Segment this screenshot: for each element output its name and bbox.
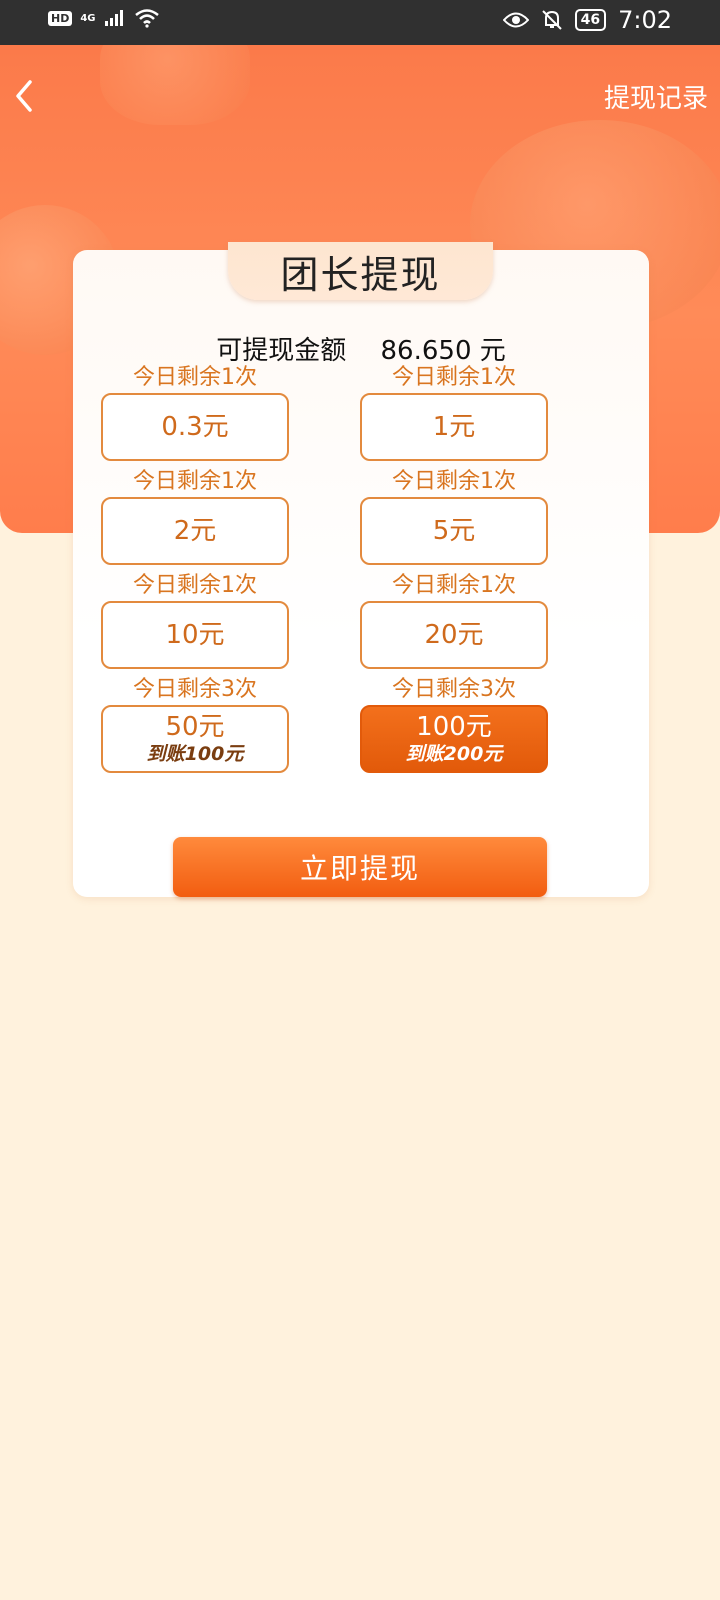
amount-option-button-selected[interactable]: 100元 到账200元 (360, 705, 548, 773)
balance-amount: 86.650 元 (380, 336, 506, 366)
wifi-icon (134, 9, 159, 28)
option-item: 今日剩余1次 5元 (360, 467, 548, 565)
status-left: HD 4G (48, 8, 160, 28)
option-amount: 2元 (173, 516, 217, 546)
option-amount: 50元 (165, 712, 225, 742)
remaining-count: 今日剩余3次 (392, 677, 516, 702)
back-button[interactable] (6, 76, 46, 116)
balance-row: 可提现金额 86.650 元 (73, 330, 649, 367)
option-bonus: 到账200元 (405, 743, 503, 765)
option-item: 今日剩余1次 2元 (101, 467, 289, 565)
page-title: 团长提现 (280, 252, 441, 297)
battery-icon: 46 (574, 9, 607, 31)
status-right: 46 7:02 (502, 6, 672, 34)
amount-option-button[interactable]: 2元 (101, 497, 289, 565)
eye-icon (502, 12, 529, 28)
option-item: 今日剩余1次 20元 (360, 571, 548, 669)
remaining-count: 今日剩余3次 (133, 677, 257, 702)
option-item: 今日剩余1次 10元 (101, 571, 289, 669)
amount-option-button[interactable]: 20元 (360, 601, 548, 669)
withdraw-history-link[interactable]: 提现记录 (604, 78, 708, 115)
remaining-count: 今日剩余1次 (133, 365, 257, 390)
mute-bell-icon (541, 10, 562, 30)
withdraw-now-button[interactable]: 立即提现 (173, 837, 547, 897)
chevron-left-icon (16, 80, 32, 112)
option-amount: 1元 (432, 412, 476, 442)
balance-label: 可提现金额 (216, 336, 347, 366)
option-item: 今日剩余3次 50元 到账100元 (101, 675, 289, 773)
option-bonus: 到账100元 (146, 743, 244, 765)
remaining-count: 今日剩余1次 (133, 469, 257, 494)
amount-option-button[interactable]: 50元 到账100元 (101, 705, 289, 773)
amount-option-button[interactable]: 0.3元 (101, 393, 289, 461)
title-ribbon: 团长提现 (228, 242, 493, 300)
signal-icon (104, 10, 123, 26)
network-type: 4G (80, 12, 96, 24)
remaining-count: 今日剩余1次 (392, 365, 516, 390)
option-amount: 20元 (424, 620, 484, 650)
option-amount: 10元 (165, 620, 225, 650)
option-item: 今日剩余1次 1元 (360, 363, 548, 461)
amount-option-button[interactable]: 1元 (360, 393, 548, 461)
remaining-count: 今日剩余1次 (133, 573, 257, 598)
amount-option-button[interactable]: 10元 (101, 601, 289, 669)
option-amount: 0.3元 (161, 412, 229, 442)
option-item: 今日剩余3次 100元 到账200元 (360, 675, 548, 773)
status-bar: HD 4G 46 7:02 (0, 0, 720, 45)
withdraw-card: 团长提现 可提现金额 86.650 元 今日剩余1次 0.3元 今日剩余1次 1… (73, 242, 649, 897)
remaining-count: 今日剩余1次 (392, 469, 516, 494)
clock: 7:02 (618, 6, 672, 34)
coin-decoration (100, 45, 250, 125)
option-amount: 100元 (416, 712, 492, 742)
amount-option-button[interactable]: 5元 (360, 497, 548, 565)
hd-badge: HD (48, 10, 73, 26)
option-amount: 5元 (432, 516, 476, 546)
remaining-count: 今日剩余1次 (392, 573, 516, 598)
option-item: 今日剩余1次 0.3元 (101, 363, 289, 461)
